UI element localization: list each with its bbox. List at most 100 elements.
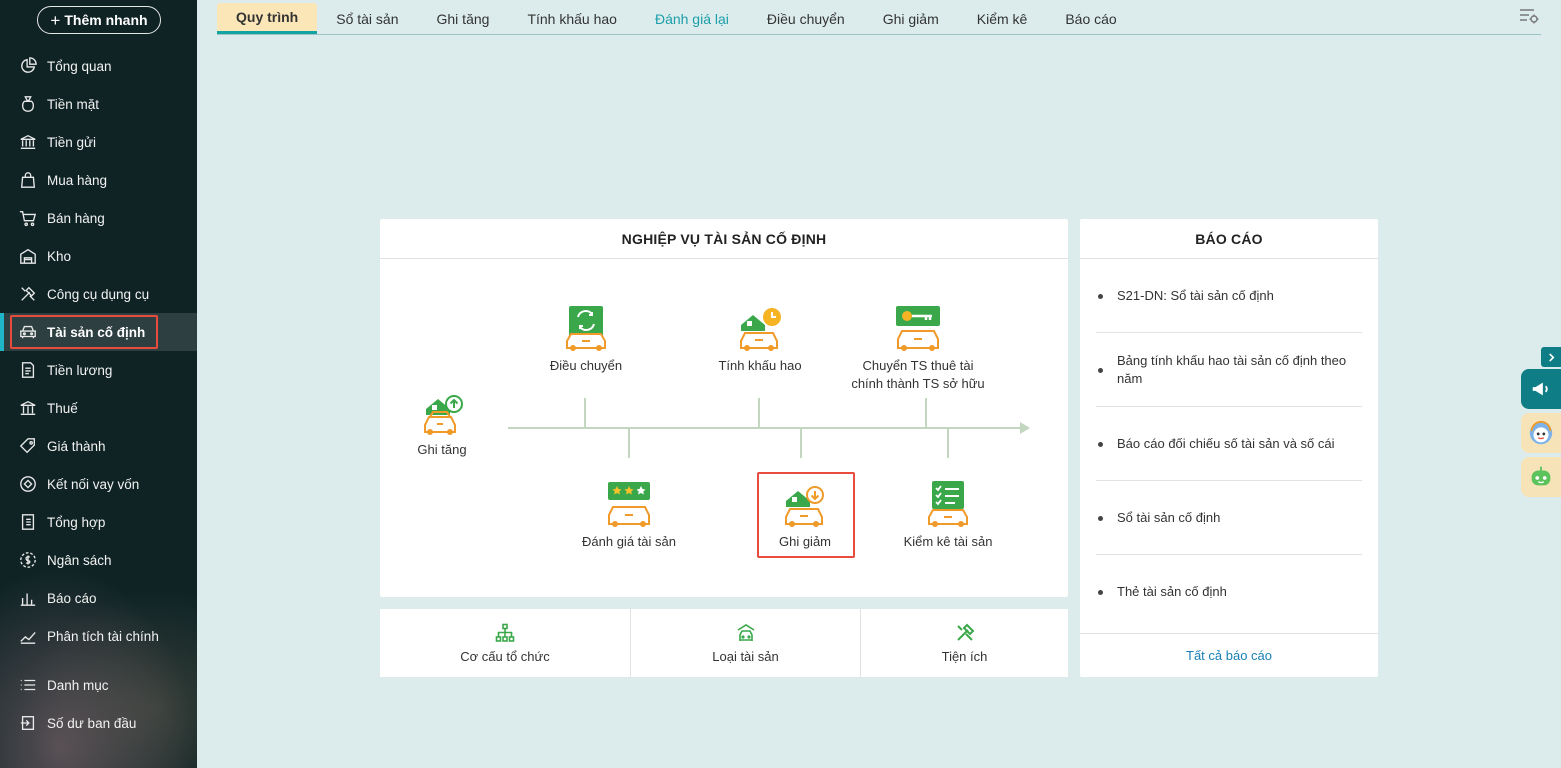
timeline-tick xyxy=(947,428,949,458)
tax-building-icon xyxy=(18,398,38,418)
sidebar-item-bao-cao[interactable]: Báo cáo xyxy=(0,579,197,617)
sidebar-item-ngan-sach[interactable]: Ngân sách xyxy=(0,541,197,579)
sidebar-item-ket-noi-vay-von[interactable]: Kết nối vay vốn xyxy=(0,465,197,503)
step-label: Kiểm kê tài sản xyxy=(903,534,993,549)
timeline-tick xyxy=(800,428,802,458)
sidebar-item-kho[interactable]: Kho xyxy=(0,237,197,275)
tab-bao-cao[interactable]: Báo cáo xyxy=(1046,3,1135,34)
sidebar-item-label: Tiền gửi xyxy=(47,134,97,150)
all-reports-link[interactable]: Tất cả báo cáo xyxy=(1080,633,1378,677)
sidebar-item-tong-hop[interactable]: Tổng hợp xyxy=(0,503,197,541)
sidebar-item-tien-luong[interactable]: Tiền lương xyxy=(0,351,197,389)
shortcut-co-cau-to-chuc[interactable]: Cơ cấu tổ chức xyxy=(380,609,631,677)
announcement-button[interactable] xyxy=(1521,369,1561,409)
shortcut-label: Cơ cấu tổ chức xyxy=(460,648,550,664)
tab-quy-trinh[interactable]: Quy trình xyxy=(217,3,318,34)
step-dieu-chuyen[interactable]: Điều chuyển xyxy=(546,303,626,375)
tab-ghi-tang[interactable]: Ghi tăng xyxy=(418,3,509,34)
sidebar-item-mua-hang[interactable]: Mua hàng xyxy=(0,161,197,199)
report-label: Thẻ tài sản cố định xyxy=(1117,584,1227,599)
process-flow: Ghi tăng Điều chuyển Tính khấu hao Chuyể… xyxy=(380,259,1068,597)
depreciation-clock-icon xyxy=(740,308,781,351)
ledger-icon xyxy=(18,512,38,532)
tab-so-tai-san[interactable]: Sổ tài sản xyxy=(317,3,417,34)
report-link-the-tai-san[interactable]: Thẻ tài sản cố định xyxy=(1096,555,1362,629)
report-link-doi-chieu[interactable]: Báo cáo đối chiếu số tài sản và số cái xyxy=(1096,407,1362,481)
step-chuyen-ts-thue-tai-chinh[interactable]: Chuyển TS thuê tài chính thành TS sở hữu xyxy=(844,303,992,393)
sidebar-item-label: Tổng quan xyxy=(47,58,112,74)
pie-chart-icon xyxy=(18,56,38,76)
step-label: Chuyển TS thuê tài xyxy=(862,358,974,373)
quick-add-label: Thêm nhanh xyxy=(64,12,148,28)
sidebar-item-cong-cu[interactable]: Công cụ dụng cụ xyxy=(0,275,197,313)
sidebar-item-so-du-ban-dau[interactable]: Số dư ban đầu xyxy=(0,704,197,742)
warehouse-icon xyxy=(18,246,38,266)
sidebar-item-tien-gui[interactable]: Tiền gửi xyxy=(0,123,197,161)
tab-kiem-ke[interactable]: Kiểm kê xyxy=(958,3,1047,34)
process-card: NGHIỆP VỤ TÀI SẢN CỐ ĐỊNH Ghi tăng Điều … xyxy=(380,219,1068,597)
sidebar-item-label: Bán hàng xyxy=(47,210,105,226)
module-tabs: Quy trình Sổ tài sản Ghi tăng Tính khấu … xyxy=(217,3,1541,35)
sidebar-item-label: Tiền lương xyxy=(47,362,113,378)
step-tinh-khau-hao[interactable]: Tính khấu hao xyxy=(714,303,806,375)
sidebar-item-label: Kho xyxy=(47,248,72,264)
report-card: BÁO CÁO S21-DN: Sổ tài sản cố định Bảng … xyxy=(1080,219,1378,677)
sidebar-nav: Tổng quan Tiền mặt Tiền gửi Mua hàng Bán… xyxy=(0,47,197,742)
sidebar-item-label: Báo cáo xyxy=(47,590,97,606)
asset-rating-icon xyxy=(608,482,650,527)
quick-add-button[interactable]: + Thêm nhanh xyxy=(37,6,161,34)
step-label: Điều chuyển xyxy=(549,358,623,373)
opening-balance-icon xyxy=(18,713,38,733)
money-bag-icon xyxy=(18,94,38,114)
sidebar-item-label: Phân tích tài chính xyxy=(47,628,159,644)
report-link-s21-dn[interactable]: S21-DN: Sổ tài sản cố định xyxy=(1096,259,1362,333)
sidebar-item-label: Công cụ dụng cụ xyxy=(47,286,150,302)
report-title: BÁO CÁO xyxy=(1080,219,1378,259)
garage-icon xyxy=(737,623,754,641)
budget-coin-icon xyxy=(18,550,38,570)
shortcut-label: Tiện ích xyxy=(941,648,988,664)
sidebar-item-tong-quan[interactable]: Tổng quan xyxy=(0,47,197,85)
step-kiem-ke-tai-san[interactable]: Kiểm kê tài sản xyxy=(892,479,1004,551)
sidebar-item-phan-tich-tai-chinh[interactable]: Phân tích tài chính xyxy=(0,617,197,655)
report-label: Báo cáo đối chiếu số tài sản và số cái xyxy=(1117,435,1335,451)
step-label: Tính khấu hao xyxy=(718,358,802,373)
sidebar-item-label: Danh mục xyxy=(47,677,109,693)
shortcut-loai-tai-san[interactable]: Loại tài sản xyxy=(631,609,861,677)
shortcut-tien-ich[interactable]: Tiện ích xyxy=(861,609,1068,677)
sidebar-item-gia-thanh[interactable]: Giá thành xyxy=(0,427,197,465)
ai-assistant-button[interactable] xyxy=(1521,457,1561,497)
asset-decrease-icon xyxy=(785,486,824,527)
tab-danh-gia-lai[interactable]: Đánh giá lại xyxy=(636,3,748,34)
settings-icon[interactable] xyxy=(1519,7,1539,25)
report-link-so-tai-san[interactable]: Sổ tài sản cố định xyxy=(1096,481,1362,555)
shortcut-bar: Cơ cấu tổ chức Loại tài sản Tiện ích xyxy=(380,609,1068,677)
report-label: Sổ tài sản cố định xyxy=(1117,509,1221,525)
lease-key-icon xyxy=(896,306,940,351)
timeline-tick xyxy=(758,398,760,428)
sidebar-item-label: Thuế xyxy=(47,400,78,416)
tab-tinh-khau-hao[interactable]: Tính khấu hao xyxy=(508,3,636,34)
sidebar-item-label: Ngân sách xyxy=(47,552,112,568)
float-panel-toggle[interactable] xyxy=(1541,347,1561,367)
asset-transfer-icon xyxy=(566,306,606,351)
tab-dieu-chuyen[interactable]: Điều chuyển xyxy=(748,3,864,34)
sidebar-item-thue[interactable]: Thuế xyxy=(0,389,197,427)
sidebar-item-label: Tiền mặt xyxy=(47,96,100,112)
shortcut-label: Loại tài sản xyxy=(712,648,779,664)
tools-icon xyxy=(18,284,38,304)
shopping-bag-icon xyxy=(18,170,38,190)
tab-ghi-giam[interactable]: Ghi giảm xyxy=(864,3,958,34)
sidebar-item-ban-hang[interactable]: Bán hàng xyxy=(0,199,197,237)
step-ghi-tang[interactable]: Ghi tăng xyxy=(412,387,472,459)
sidebar-item-tien-mat[interactable]: Tiền mặt xyxy=(0,85,197,123)
step-ghi-giam[interactable]: Ghi giảm xyxy=(757,479,853,551)
loan-link-icon xyxy=(18,474,38,494)
sidebar-item-danh-muc[interactable]: Danh mục xyxy=(0,666,197,704)
step-danh-gia-tai-san[interactable]: Đánh giá tài sản xyxy=(574,479,684,551)
price-tag-icon xyxy=(18,436,38,456)
support-bot-button[interactable] xyxy=(1521,413,1561,453)
report-link-bang-tinh-khau-hao[interactable]: Bảng tính khấu hao tài sản cố định theo … xyxy=(1096,333,1362,407)
sidebar-item-tai-san-co-dinh[interactable]: Tài sản cố định xyxy=(0,313,197,351)
step-label: chính thành TS sở hữu xyxy=(851,376,985,391)
